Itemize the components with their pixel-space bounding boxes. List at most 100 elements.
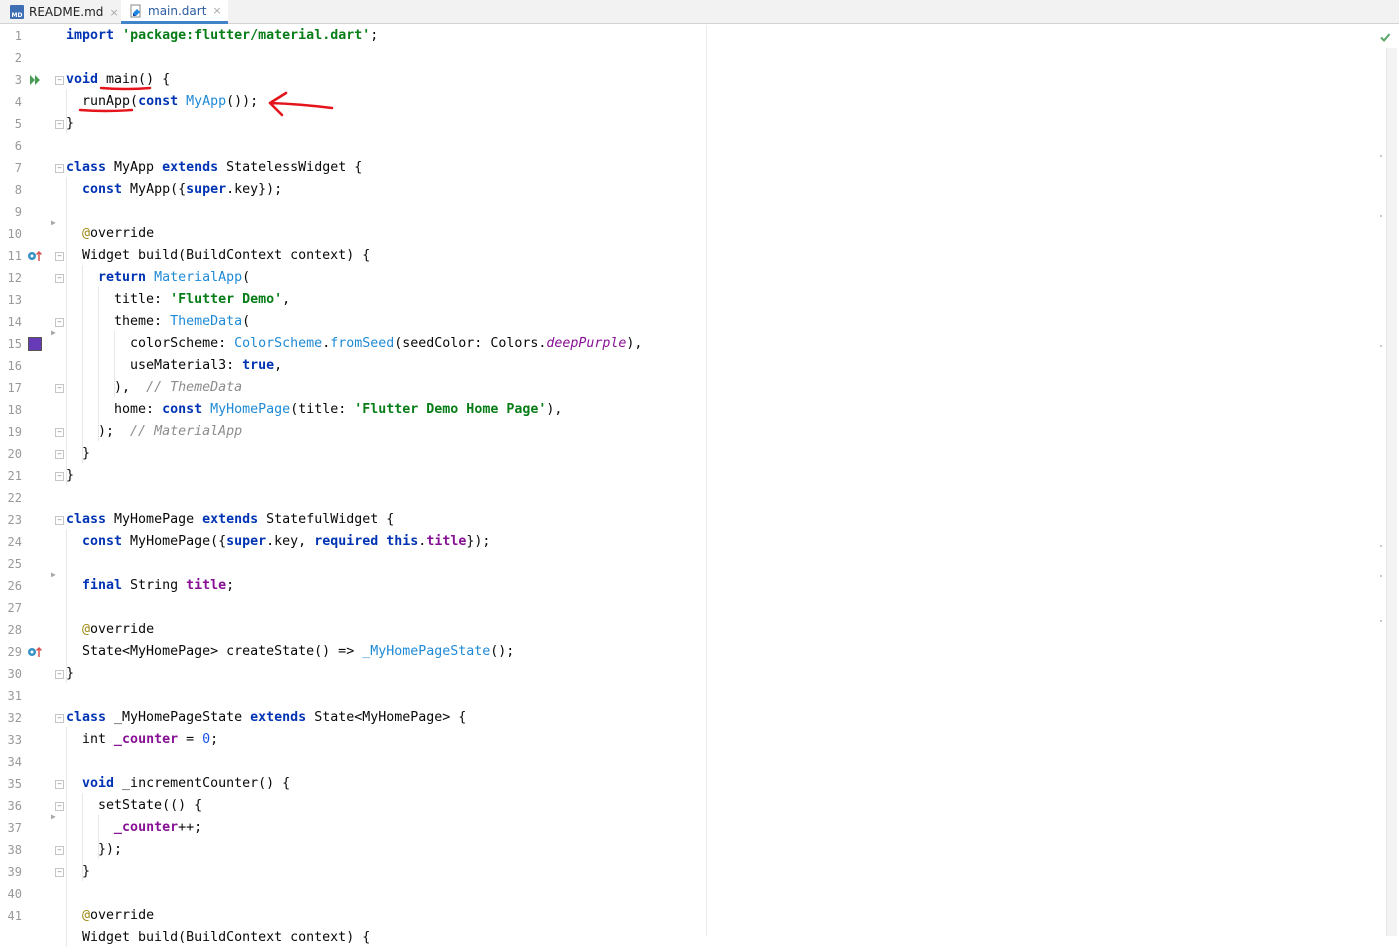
code-line[interactable]: const MyApp({super.key}); [66,179,282,201]
collapsed-arrow-icon[interactable]: ▶ [51,328,56,337]
code-line[interactable]: theme: ThemeData( [66,311,250,333]
code-line[interactable]: const MyHomePage({super.key, required th… [66,531,490,553]
code-line[interactable]: State<MyHomePage> createState() => _MyHo… [66,641,514,663]
run-icon[interactable] [28,73,42,87]
close-icon[interactable]: × [109,6,118,19]
fold-end-icon[interactable]: − [55,450,64,459]
no-problems-check-icon[interactable] [1379,31,1391,43]
fold-start-icon[interactable]: − [55,252,64,261]
code-line[interactable]: int _counter = 0; [66,729,218,751]
tab-label: main.dart [148,3,207,18]
collapsed-arrow-icon[interactable]: ▶ [51,570,56,579]
color-preview-swatch[interactable] [28,337,42,351]
fold-end-icon[interactable]: − [55,846,64,855]
code-token: ), [626,336,643,351]
tab-label: README.md [29,5,104,19]
tab-readme[interactable]: MD README.md × [2,0,125,24]
code-token: Widget build(BuildContext context) { [66,248,371,263]
fold-start-icon[interactable]: − [55,318,64,327]
code-token: ++; [178,820,203,835]
code-line[interactable]: } [66,861,90,883]
fold-end-icon[interactable]: − [55,384,64,393]
code-line[interactable]: }); [66,839,122,861]
code-token: MyApp [186,94,227,109]
close-icon[interactable]: × [212,4,221,17]
code-line[interactable]: Widget build(BuildContext context) { [66,245,370,267]
code-token: (title: [290,402,355,417]
code-line[interactable]: } [66,113,74,135]
code-token: _MyHomePageState [106,710,251,725]
fold-start-icon[interactable]: − [55,780,64,789]
code-token: Widget build(BuildContext context) { [66,930,371,945]
code-line[interactable]: Widget build(BuildContext context) { [66,927,370,949]
fold-end-icon[interactable]: − [55,868,64,877]
code-token: title [426,534,467,549]
line-number: 1 [14,29,22,43]
line-number: 33 [7,733,22,747]
code-line[interactable]: @override [66,619,154,641]
code-line[interactable]: class MyApp extends StatelessWidget { [66,157,362,179]
code-line[interactable]: _counter++; [66,817,202,839]
line-number: 24 [7,535,22,549]
fold-start-icon[interactable]: − [55,274,64,283]
code-line[interactable]: } [66,663,74,685]
override-method-icon[interactable] [27,645,43,659]
editor-gutter[interactable]: 1 2 3 4 5 6 7 8 9 10 11 12 13 14 15 16 17 18 19 20 21 22 23 24 2… [0,25,66,936]
code-token: override [90,226,155,241]
code-token: MyApp [106,160,163,175]
line-number: 26 [7,579,22,593]
line-number: 17 [7,381,22,395]
fold-start-icon[interactable]: − [55,76,64,85]
code-editor[interactable]: import 'package:flutter/material.dart'; v… [66,25,706,947]
fold-end-icon[interactable]: − [55,428,64,437]
line-number: 29 [7,645,22,659]
code-token: ()); [226,94,259,109]
fold-start-icon[interactable]: − [55,516,64,525]
fold-start-icon[interactable]: − [55,714,64,723]
fold-end-icon[interactable]: − [55,120,64,129]
code-token: ; [226,578,235,593]
code-line[interactable]: import 'package:flutter/material.dart'; [66,25,378,47]
line-number: 20 [7,447,22,461]
code-line[interactable]: home: const MyHomePage(title: 'Flutter D… [66,399,562,421]
markdown-file-icon: MD [10,5,24,19]
collapsed-arrow-icon[interactable]: ▶ [51,812,56,821]
line-number: 5 [14,117,22,131]
code-line[interactable]: class _MyHomePageState extends State<MyH… [66,707,466,729]
code-token: ; [210,732,219,747]
code-line[interactable]: void main() { [66,69,170,91]
code-line[interactable]: } [66,465,74,487]
vertical-scrollbar[interactable] [1386,48,1397,936]
line-number: 28 [7,623,22,637]
code-line[interactable]: @override [66,223,154,245]
scroll-marker [1380,575,1382,577]
fold-start-icon[interactable]: − [55,164,64,173]
editor-tab-bar: MD README.md × main.dart × [0,0,1399,24]
code-line[interactable]: return MaterialApp( [66,267,250,289]
code-token: } [66,116,75,131]
code-line[interactable]: runApp(const MyApp()); [66,91,258,113]
fold-start-icon[interactable]: − [55,802,64,811]
code-line[interactable]: void _incrementCounter() { [66,773,290,795]
tab-main-dart[interactable]: main.dart × [121,0,228,24]
code-line[interactable]: final String title; [66,575,234,597]
code-line[interactable]: @override [66,905,154,927]
override-method-icon[interactable] [27,249,43,263]
code-line[interactable]: title: 'Flutter Demo', [66,289,290,311]
code-line[interactable]: class MyHomePage extends StatefulWidget … [66,509,394,531]
code-line[interactable]: colorScheme: ColorScheme.fromSeed(seedCo… [66,333,642,355]
code-token: ( [242,270,251,285]
code-token: .key}); [226,182,283,197]
fold-end-icon[interactable]: − [55,472,64,481]
line-number: 19 [7,425,22,439]
code-line[interactable]: setState(() { [66,795,202,817]
code-token: , [274,358,283,373]
code-token: @ [66,226,91,241]
code-token: class [66,710,107,725]
code-line[interactable]: } [66,443,90,465]
code-line[interactable]: ), // ThemeData [66,377,242,399]
code-token: this [386,534,419,549]
collapsed-arrow-icon[interactable]: ▶ [51,218,56,227]
fold-end-icon[interactable]: − [55,670,64,679]
code-line[interactable]: ); // MaterialApp [66,421,242,443]
